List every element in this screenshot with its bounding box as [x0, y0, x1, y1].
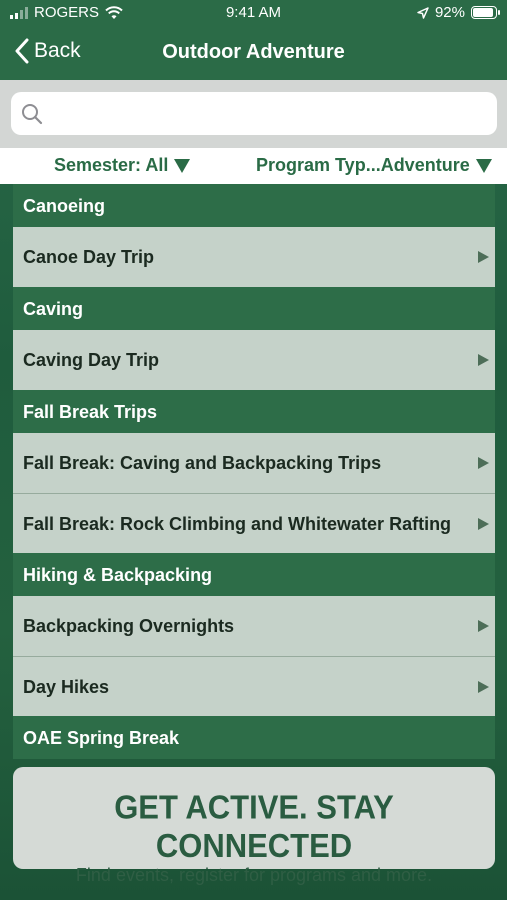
disclosure-arrow-icon — [478, 518, 489, 530]
list-item-label: Fall Break: Rock Climbing and Whitewater… — [23, 514, 452, 534]
status-bar: ROGERS 9:41 AM 92% — [0, 0, 507, 26]
dropdown-triangle-icon — [174, 158, 191, 173]
battery-icon — [471, 6, 500, 19]
section-header-hiking: Hiking & Backpacking — [13, 553, 495, 596]
location-arrow-icon — [417, 6, 429, 19]
semester-filter[interactable]: Semester: All — [54, 155, 191, 176]
list-item-label: Canoe Day Trip — [23, 247, 155, 267]
search-input[interactable] — [51, 100, 481, 127]
list-item[interactable]: Caving Day Trip — [13, 330, 495, 390]
section-header-caving: Caving — [13, 287, 495, 330]
search-bar-container — [0, 80, 507, 148]
section-header-canoeing: Canoeing — [13, 184, 495, 227]
disclosure-arrow-icon — [478, 681, 489, 693]
list-item-label: Caving Day Trip — [23, 350, 160, 370]
program-list: Canoeing Canoe Day Trip Caving Caving Da… — [13, 184, 495, 759]
status-right: 92% — [417, 4, 500, 21]
list-item[interactable]: Canoe Day Trip — [13, 227, 495, 287]
battery-fill — [473, 8, 494, 17]
list-item[interactable]: Backpacking Overnights — [13, 596, 495, 656]
program-type-filter-label: Program Typ...Adventure — [256, 155, 470, 175]
list-item-label: Day Hikes — [23, 677, 110, 697]
section-header-spring-break: OAE Spring Break — [13, 716, 495, 759]
banner-subline: Find events, register for programs and m… — [75, 865, 433, 885]
nav-bar: Back Outdoor Adventure — [0, 26, 507, 80]
page-title: Outdoor Adventure — [162, 41, 345, 63]
disclosure-arrow-icon — [478, 457, 489, 469]
program-type-filter[interactable]: Program Typ...Adventure — [256, 155, 492, 176]
section-header-fall-break: Fall Break Trips — [13, 390, 495, 433]
promo-banner[interactable]: GET ACTIVE. STAY CONNECTED Find events, … — [13, 767, 495, 885]
search-box[interactable] — [11, 92, 497, 135]
disclosure-arrow-icon — [478, 251, 489, 263]
semester-filter-label: Semester: All — [54, 155, 169, 175]
list-item-label: Fall Break: Caving and Backpacking Trips — [23, 453, 382, 473]
banner-headline: GET ACTIVE. STAY CONNECTED — [114, 788, 394, 865]
filter-bar: Semester: All Program Typ...Adventure — [0, 148, 507, 184]
search-icon — [22, 104, 43, 125]
list-item-label: Backpacking Overnights — [23, 616, 235, 636]
disclosure-arrow-icon — [478, 354, 489, 366]
battery-percent: 92% — [434, 4, 465, 21]
list-item[interactable]: Fall Break: Caving and Backpacking Trips — [13, 433, 495, 493]
dropdown-triangle-icon — [475, 158, 492, 173]
list-item[interactable]: Fall Break: Rock Climbing and Whitewater… — [13, 493, 495, 553]
list-item[interactable]: Day Hikes — [13, 656, 495, 716]
disclosure-arrow-icon — [478, 620, 489, 632]
